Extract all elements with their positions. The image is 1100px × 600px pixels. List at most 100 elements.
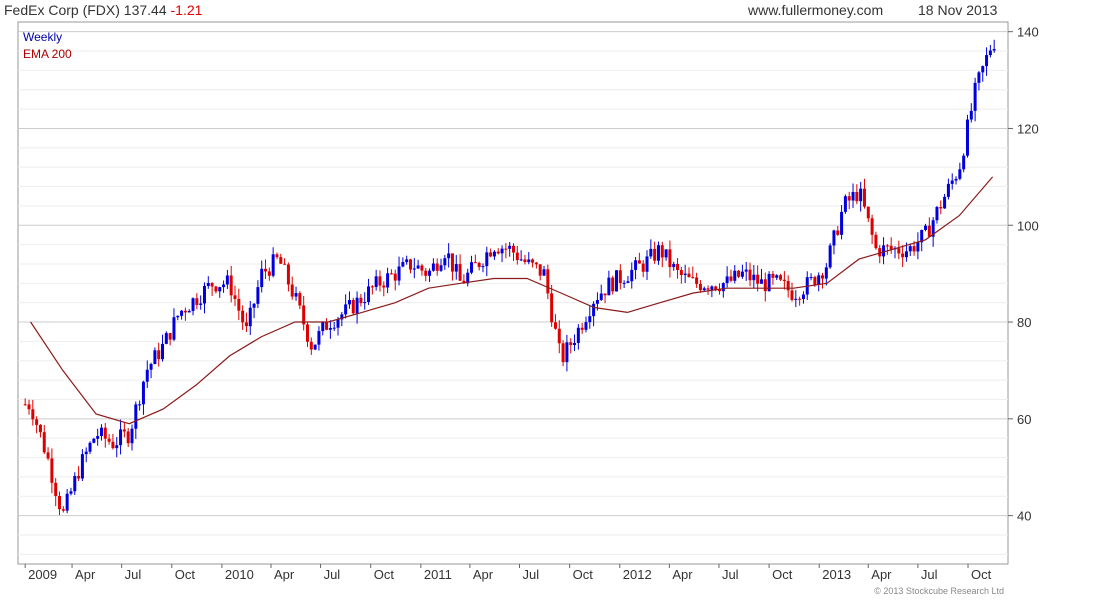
- candle-body: [164, 333, 168, 344]
- candle-body: [809, 276, 813, 278]
- candle-body: [492, 251, 496, 257]
- x-tick-label: Oct: [772, 567, 793, 582]
- x-tick-label: Jul: [522, 567, 539, 582]
- candle-body: [821, 275, 825, 279]
- x-tick-label: Jul: [125, 567, 142, 582]
- candle-body: [58, 495, 62, 510]
- candle-body: [23, 404, 27, 406]
- x-tick-label: Apr: [473, 567, 494, 582]
- candle-body: [183, 310, 187, 313]
- x-tick-label: Apr: [274, 567, 295, 582]
- candle-body: [901, 253, 905, 258]
- candle-body: [580, 327, 584, 330]
- candle-body: [511, 245, 515, 253]
- candle-body: [779, 275, 783, 280]
- candle-body: [508, 245, 512, 249]
- candle-body: [843, 196, 847, 212]
- candle-body: [424, 270, 428, 276]
- candle-body: [527, 259, 531, 263]
- candle-body: [31, 409, 35, 420]
- candle-body: [176, 315, 180, 318]
- candle-body: [801, 294, 805, 300]
- candle-body: [355, 297, 359, 314]
- candle-body: [191, 298, 195, 311]
- candle-body: [691, 277, 695, 279]
- candle-body: [622, 282, 626, 284]
- candle-body: [538, 264, 542, 276]
- candle-body: [916, 242, 920, 252]
- x-tick-label: Oct: [573, 567, 594, 582]
- candle-body: [695, 277, 699, 284]
- candle-body: [637, 260, 641, 264]
- candle-body: [618, 270, 622, 283]
- candle-body: [210, 282, 214, 287]
- candle-body: [370, 286, 374, 288]
- candle-body: [737, 270, 741, 277]
- candle-body: [882, 245, 886, 257]
- candle-body: [969, 110, 973, 120]
- candle-body: [264, 268, 268, 272]
- candle-body: [374, 276, 378, 287]
- candle-body: [599, 293, 603, 300]
- candle-body: [924, 225, 928, 230]
- x-tick-label: 2011: [424, 567, 452, 582]
- candle-body: [61, 509, 65, 511]
- candle-body: [256, 287, 260, 304]
- candle-body: [363, 302, 367, 304]
- candle-body: [233, 295, 237, 299]
- candle-body: [840, 211, 844, 235]
- candle-body: [50, 458, 54, 483]
- candle-body: [729, 276, 733, 281]
- candle-body: [977, 72, 981, 83]
- candle-body: [645, 256, 649, 272]
- candle-body: [615, 270, 619, 292]
- candle-body: [393, 273, 397, 281]
- candle-body: [229, 275, 233, 296]
- candle-body: [603, 293, 607, 296]
- candle-body: [283, 263, 287, 265]
- candle-body: [523, 259, 527, 263]
- candle-body: [763, 279, 767, 292]
- candle-body: [77, 475, 81, 479]
- candle-body: [294, 293, 298, 297]
- candle-body: [771, 273, 775, 278]
- price-chart: 40 60 80 100 120 140 2009 Apr Jul Oct 2010 Apr Jul O…: [17, 21, 1039, 582]
- candle-body: [939, 207, 943, 209]
- candle-body: [481, 266, 485, 268]
- candle-body: [565, 342, 569, 363]
- candle-body: [279, 257, 283, 264]
- candle-body: [439, 265, 443, 271]
- candle-body: [206, 282, 210, 286]
- candle-body: [35, 419, 39, 425]
- candle-body: [515, 252, 519, 260]
- candle-body: [42, 432, 46, 453]
- candle-body: [382, 285, 386, 288]
- candle-body: [946, 183, 950, 197]
- candle-body: [244, 322, 248, 327]
- candle-body: [641, 263, 645, 272]
- y-tick-label: 80: [1017, 315, 1031, 330]
- candle-body: [470, 262, 474, 273]
- candle-body: [855, 191, 859, 202]
- candle-body: [679, 270, 683, 276]
- candle-body: [630, 269, 634, 282]
- candle-body: [790, 290, 794, 300]
- x-tick-label: Jul: [722, 567, 739, 582]
- candle-body: [454, 264, 458, 272]
- candle-body: [992, 49, 996, 51]
- x-tick-label: Apr: [672, 567, 693, 582]
- candle-body: [443, 258, 447, 266]
- candle-body: [851, 191, 855, 201]
- candle-body: [96, 435, 100, 439]
- candle-body: [943, 196, 947, 209]
- candle-body: [252, 303, 256, 308]
- candle-body: [626, 281, 630, 283]
- candle-body: [744, 269, 748, 272]
- x-tick-label: Jul: [921, 567, 938, 582]
- candle-body: [328, 328, 332, 330]
- candle-body: [496, 251, 500, 254]
- candle-body: [573, 342, 577, 345]
- candle-body: [46, 452, 50, 459]
- candle-body: [653, 248, 657, 261]
- candle-body: [401, 262, 405, 267]
